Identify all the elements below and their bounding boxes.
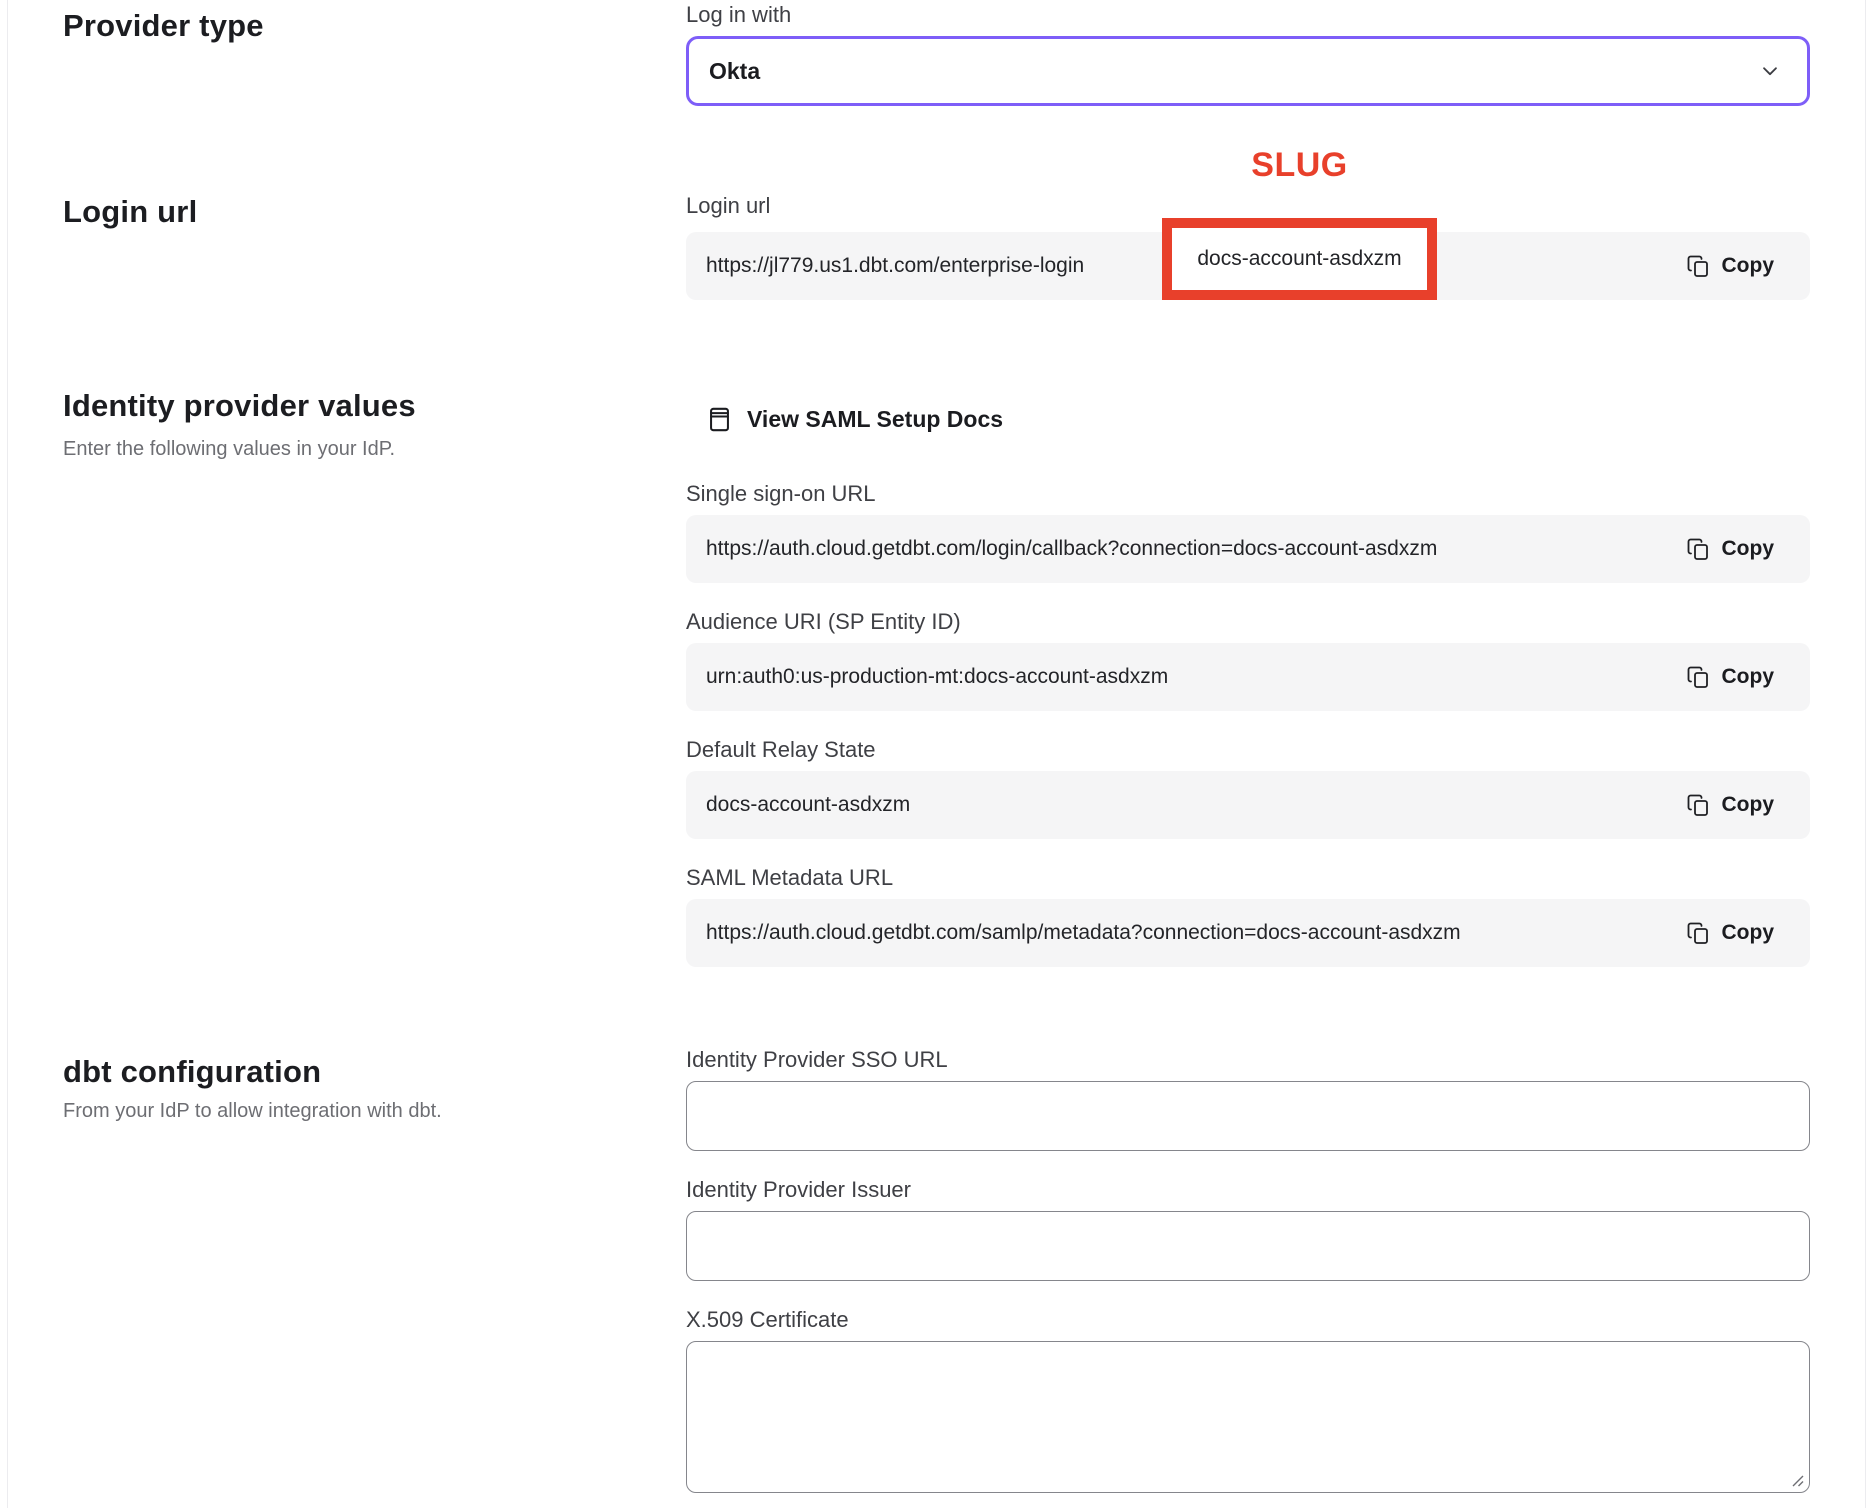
idp-issuer-label: Identity Provider Issuer xyxy=(686,1177,1810,1203)
form-column: SLUG docs-account-asdxzm Log in with Okt… xyxy=(686,0,1810,1493)
default-relay-state-field: docs-account-asdxzm Copy xyxy=(686,771,1810,839)
card-left-border xyxy=(7,0,8,1508)
provider-type-select[interactable]: Okta xyxy=(686,36,1810,106)
default-relay-state-value: docs-account-asdxzm xyxy=(706,793,1670,817)
default-relay-state-label: Default Relay State xyxy=(686,737,1810,763)
dbt-configuration-heading: dbt configuration xyxy=(63,1054,321,1090)
copy-label: Copy xyxy=(1722,665,1775,689)
login-url-heading: Login url xyxy=(63,194,197,230)
saml-docs-icon xyxy=(706,406,733,433)
copy-label: Copy xyxy=(1722,793,1775,817)
x509-certificate-textarea[interactable] xyxy=(686,1341,1810,1493)
view-saml-docs-link[interactable]: View SAML Setup Docs xyxy=(706,406,1003,433)
copy-icon xyxy=(1686,254,1710,278)
copy-icon xyxy=(1686,793,1710,817)
copy-icon xyxy=(1686,537,1710,561)
idp-issuer-input[interactable] xyxy=(686,1211,1810,1281)
single-sign-on-url-value: https://auth.cloud.getdbt.com/login/call… xyxy=(706,537,1670,561)
provider-type-heading: Provider type xyxy=(63,8,264,44)
identity-provider-values-subtitle: Enter the following values in your IdP. xyxy=(63,438,395,461)
copy-label: Copy xyxy=(1722,537,1775,561)
copy-icon xyxy=(1686,665,1710,689)
audience-uri-label: Audience URI (SP Entity ID) xyxy=(686,609,1810,635)
saml-metadata-url-label: SAML Metadata URL xyxy=(686,865,1810,891)
copy-single-sign-on-url-button[interactable]: Copy xyxy=(1686,537,1775,561)
copy-saml-metadata-url-button[interactable]: Copy xyxy=(1686,921,1775,945)
identity-provider-values-heading: Identity provider values xyxy=(63,388,416,424)
audience-uri-value: urn:auth0:us-production-mt:docs-account-… xyxy=(706,665,1670,689)
slug-value: docs-account-asdxzm xyxy=(1197,247,1401,271)
resize-handle-icon[interactable] xyxy=(1790,1473,1805,1488)
copy-icon xyxy=(1686,921,1710,945)
view-saml-docs-label: View SAML Setup Docs xyxy=(747,406,1003,433)
slug-annotation-box: docs-account-asdxzm xyxy=(1162,218,1437,300)
saml-metadata-url-value: https://auth.cloud.getdbt.com/samlp/meta… xyxy=(706,921,1670,945)
copy-label: Copy xyxy=(1722,921,1775,945)
audience-uri-field: urn:auth0:us-production-mt:docs-account-… xyxy=(686,643,1810,711)
provider-type-selected-value: Okta xyxy=(709,58,760,85)
x509-certificate-label: X.509 Certificate xyxy=(686,1307,1810,1333)
copy-default-relay-state-button[interactable]: Copy xyxy=(1686,793,1775,817)
single-sign-on-url-field: https://auth.cloud.getdbt.com/login/call… xyxy=(686,515,1810,583)
idp-sso-url-label: Identity Provider SSO URL xyxy=(686,1047,1810,1073)
x509-certificate-field-wrap xyxy=(686,1341,1810,1493)
idp-sso-url-input[interactable] xyxy=(686,1081,1810,1151)
chevron-down-icon xyxy=(1759,60,1781,82)
saml-metadata-url-field: https://auth.cloud.getdbt.com/samlp/meta… xyxy=(686,899,1810,967)
copy-login-url-button[interactable]: Copy xyxy=(1686,254,1775,278)
card-right-border xyxy=(1865,0,1866,1508)
copy-label: Copy xyxy=(1722,254,1775,278)
single-sign-on-url-label: Single sign-on URL xyxy=(686,481,1810,507)
slug-annotation-label: SLUG xyxy=(1162,146,1437,185)
log-in-with-label: Log in with xyxy=(686,2,1810,28)
login-url-field-label: Login url xyxy=(686,193,1810,219)
copy-audience-uri-button[interactable]: Copy xyxy=(1686,665,1775,689)
dbt-configuration-subtitle: From your IdP to allow integration with … xyxy=(63,1100,442,1123)
